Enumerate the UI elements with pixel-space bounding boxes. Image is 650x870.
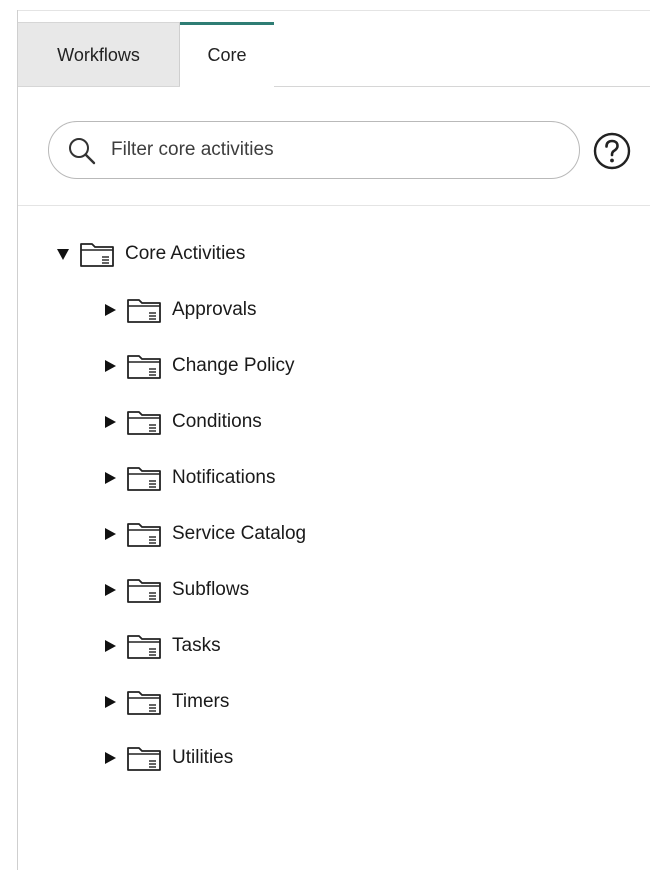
caret-right-icon[interactable] bbox=[102, 694, 118, 710]
tree-node-core-activities[interactable]: Core Activities bbox=[55, 237, 245, 271]
tree-node-label: Service Catalog bbox=[172, 523, 307, 544]
caret-right-icon[interactable] bbox=[102, 302, 118, 318]
tab-bar: Workflows Core bbox=[18, 22, 650, 87]
folder-icon bbox=[127, 579, 161, 603]
caret-right-icon[interactable] bbox=[102, 470, 118, 486]
tree-node-label: Conditions bbox=[172, 411, 262, 432]
tree-node-label: Notifications bbox=[172, 467, 276, 488]
tree-node-service-catalog[interactable]: Service Catalog bbox=[102, 517, 306, 551]
folder-icon bbox=[127, 411, 161, 435]
workflow-palette-panel: Workflows Core Filter core activities Co… bbox=[0, 0, 650, 870]
tree-node-label: Approvals bbox=[172, 299, 257, 320]
caret-right-icon[interactable] bbox=[102, 750, 118, 766]
tree-node-notifications[interactable]: Notifications bbox=[102, 461, 276, 495]
tree-node-utilities[interactable]: Utilities bbox=[102, 741, 233, 775]
search-icon bbox=[69, 138, 96, 165]
tree-node-subflows[interactable]: Subflows bbox=[102, 573, 249, 607]
folder-icon bbox=[80, 243, 114, 267]
folder-icon bbox=[127, 467, 161, 491]
caret-right-icon[interactable] bbox=[102, 638, 118, 654]
help-icon[interactable] bbox=[592, 131, 632, 171]
caret-right-icon[interactable] bbox=[102, 358, 118, 374]
folder-icon bbox=[127, 747, 161, 771]
tree-node-label: Tasks bbox=[172, 635, 221, 656]
tree-node-timers[interactable]: Timers bbox=[102, 685, 229, 719]
tree-node-change-policy[interactable]: Change Policy bbox=[102, 349, 295, 383]
tree-node-label: Subflows bbox=[172, 579, 250, 600]
filter-core-activities-input[interactable] bbox=[111, 132, 551, 168]
caret-down-icon[interactable] bbox=[55, 246, 71, 262]
folder-icon bbox=[127, 299, 161, 323]
tree-node-label: Utilities bbox=[172, 747, 234, 768]
folder-icon bbox=[127, 523, 161, 547]
tab-workflows[interactable]: Workflows bbox=[18, 22, 180, 86]
caret-right-icon[interactable] bbox=[102, 414, 118, 430]
tree-node-label: Change Policy bbox=[172, 355, 295, 376]
tree-node-approvals[interactable]: Approvals bbox=[102, 293, 257, 327]
folder-icon bbox=[127, 355, 161, 379]
folder-icon bbox=[127, 691, 161, 715]
tab-core[interactable]: Core bbox=[180, 22, 274, 87]
filter-toolbar bbox=[18, 87, 650, 206]
tree-node-label: Timers bbox=[172, 691, 230, 712]
caret-right-icon[interactable] bbox=[102, 582, 118, 598]
tree-node-tasks[interactable]: Tasks bbox=[102, 629, 221, 663]
caret-right-icon[interactable] bbox=[102, 526, 118, 542]
search-box[interactable] bbox=[48, 121, 580, 179]
folder-icon bbox=[127, 635, 161, 659]
tree-node-label: Core Activities bbox=[125, 243, 246, 264]
panel-top-divider bbox=[18, 10, 650, 11]
tree-node-conditions[interactable]: Conditions bbox=[102, 405, 262, 439]
